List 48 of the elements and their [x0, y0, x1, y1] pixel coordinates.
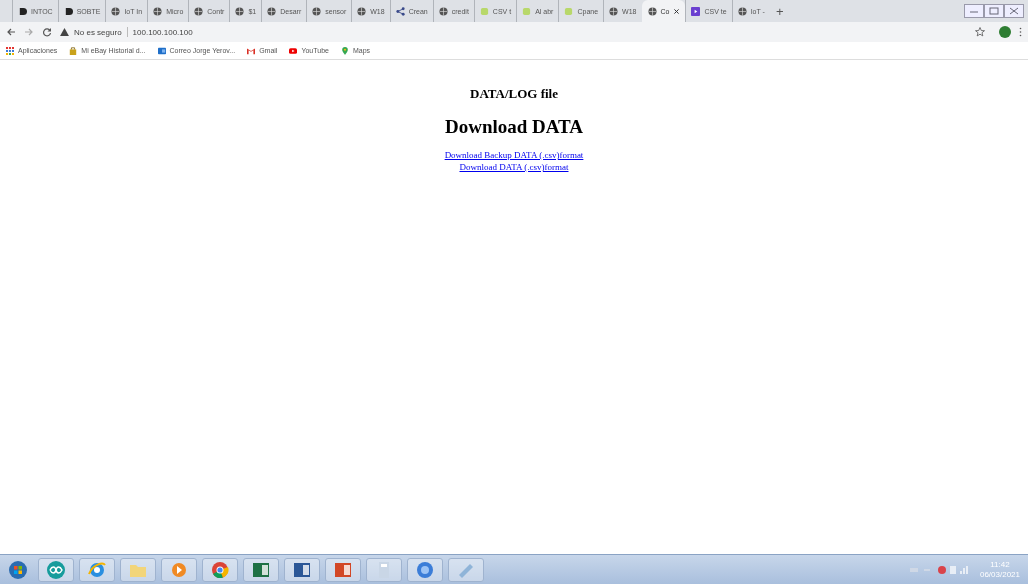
star-icon[interactable]	[975, 27, 985, 37]
globe-icon	[235, 6, 245, 16]
media-player-icon[interactable]	[161, 557, 197, 582]
forward-icon[interactable]	[24, 27, 34, 37]
infinity-app-icon[interactable]	[38, 557, 74, 582]
back-icon[interactable]	[6, 27, 16, 37]
page-heading: Download DATA	[444, 116, 584, 138]
leaf-icon	[479, 6, 489, 16]
share-icon	[395, 6, 405, 16]
globe-icon	[312, 6, 322, 16]
new-tab-button[interactable]: +	[769, 3, 790, 19]
download-link[interactable]: Download DATA (.csv)format	[459, 161, 569, 173]
leaf-icon	[564, 6, 574, 16]
page-subtitle: DATA/LOG file	[470, 86, 558, 102]
close-icon	[673, 7, 681, 15]
ring-app-icon[interactable]	[407, 557, 443, 582]
reload-icon[interactable]	[42, 27, 52, 37]
profile-avatar[interactable]	[999, 26, 1011, 38]
warning-icon	[60, 28, 69, 36]
globe-icon	[111, 6, 121, 16]
globe-icon	[609, 6, 619, 16]
clock-date: 06/03/2021	[979, 569, 1020, 580]
browser-e-icon[interactable]	[79, 557, 115, 582]
globe-icon	[267, 6, 277, 16]
globe-icon	[357, 6, 367, 16]
download-link[interactable]: Download Backup DATA (.csv)format	[444, 149, 584, 161]
clock-time: 11:42	[990, 559, 1010, 570]
globe-icon	[194, 6, 204, 16]
tray-icons-drawing	[909, 564, 970, 575]
square-logo-icon	[691, 6, 701, 16]
document-app-icon[interactable]	[284, 557, 320, 582]
menu-icon[interactable]	[1019, 27, 1022, 37]
globe-icon	[647, 6, 657, 16]
mail-icon	[157, 46, 166, 55]
leaf-icon	[522, 6, 532, 16]
presentation-app-icon[interactable]	[325, 557, 361, 582]
map-pin-icon	[340, 46, 349, 55]
letter-logo-icon	[18, 6, 27, 16]
letter-logo-icon	[63, 6, 73, 16]
globe-icon	[737, 6, 747, 16]
spreadsheet-app-icon[interactable]	[243, 557, 279, 582]
apps-grid-icon	[6, 46, 14, 55]
gmail-icon	[247, 46, 256, 55]
window-controls-drawing	[964, 4, 1024, 18]
globe-icon	[438, 6, 448, 16]
bag-icon	[69, 46, 78, 55]
video-icon	[289, 46, 298, 55]
globe-icon	[153, 6, 163, 16]
